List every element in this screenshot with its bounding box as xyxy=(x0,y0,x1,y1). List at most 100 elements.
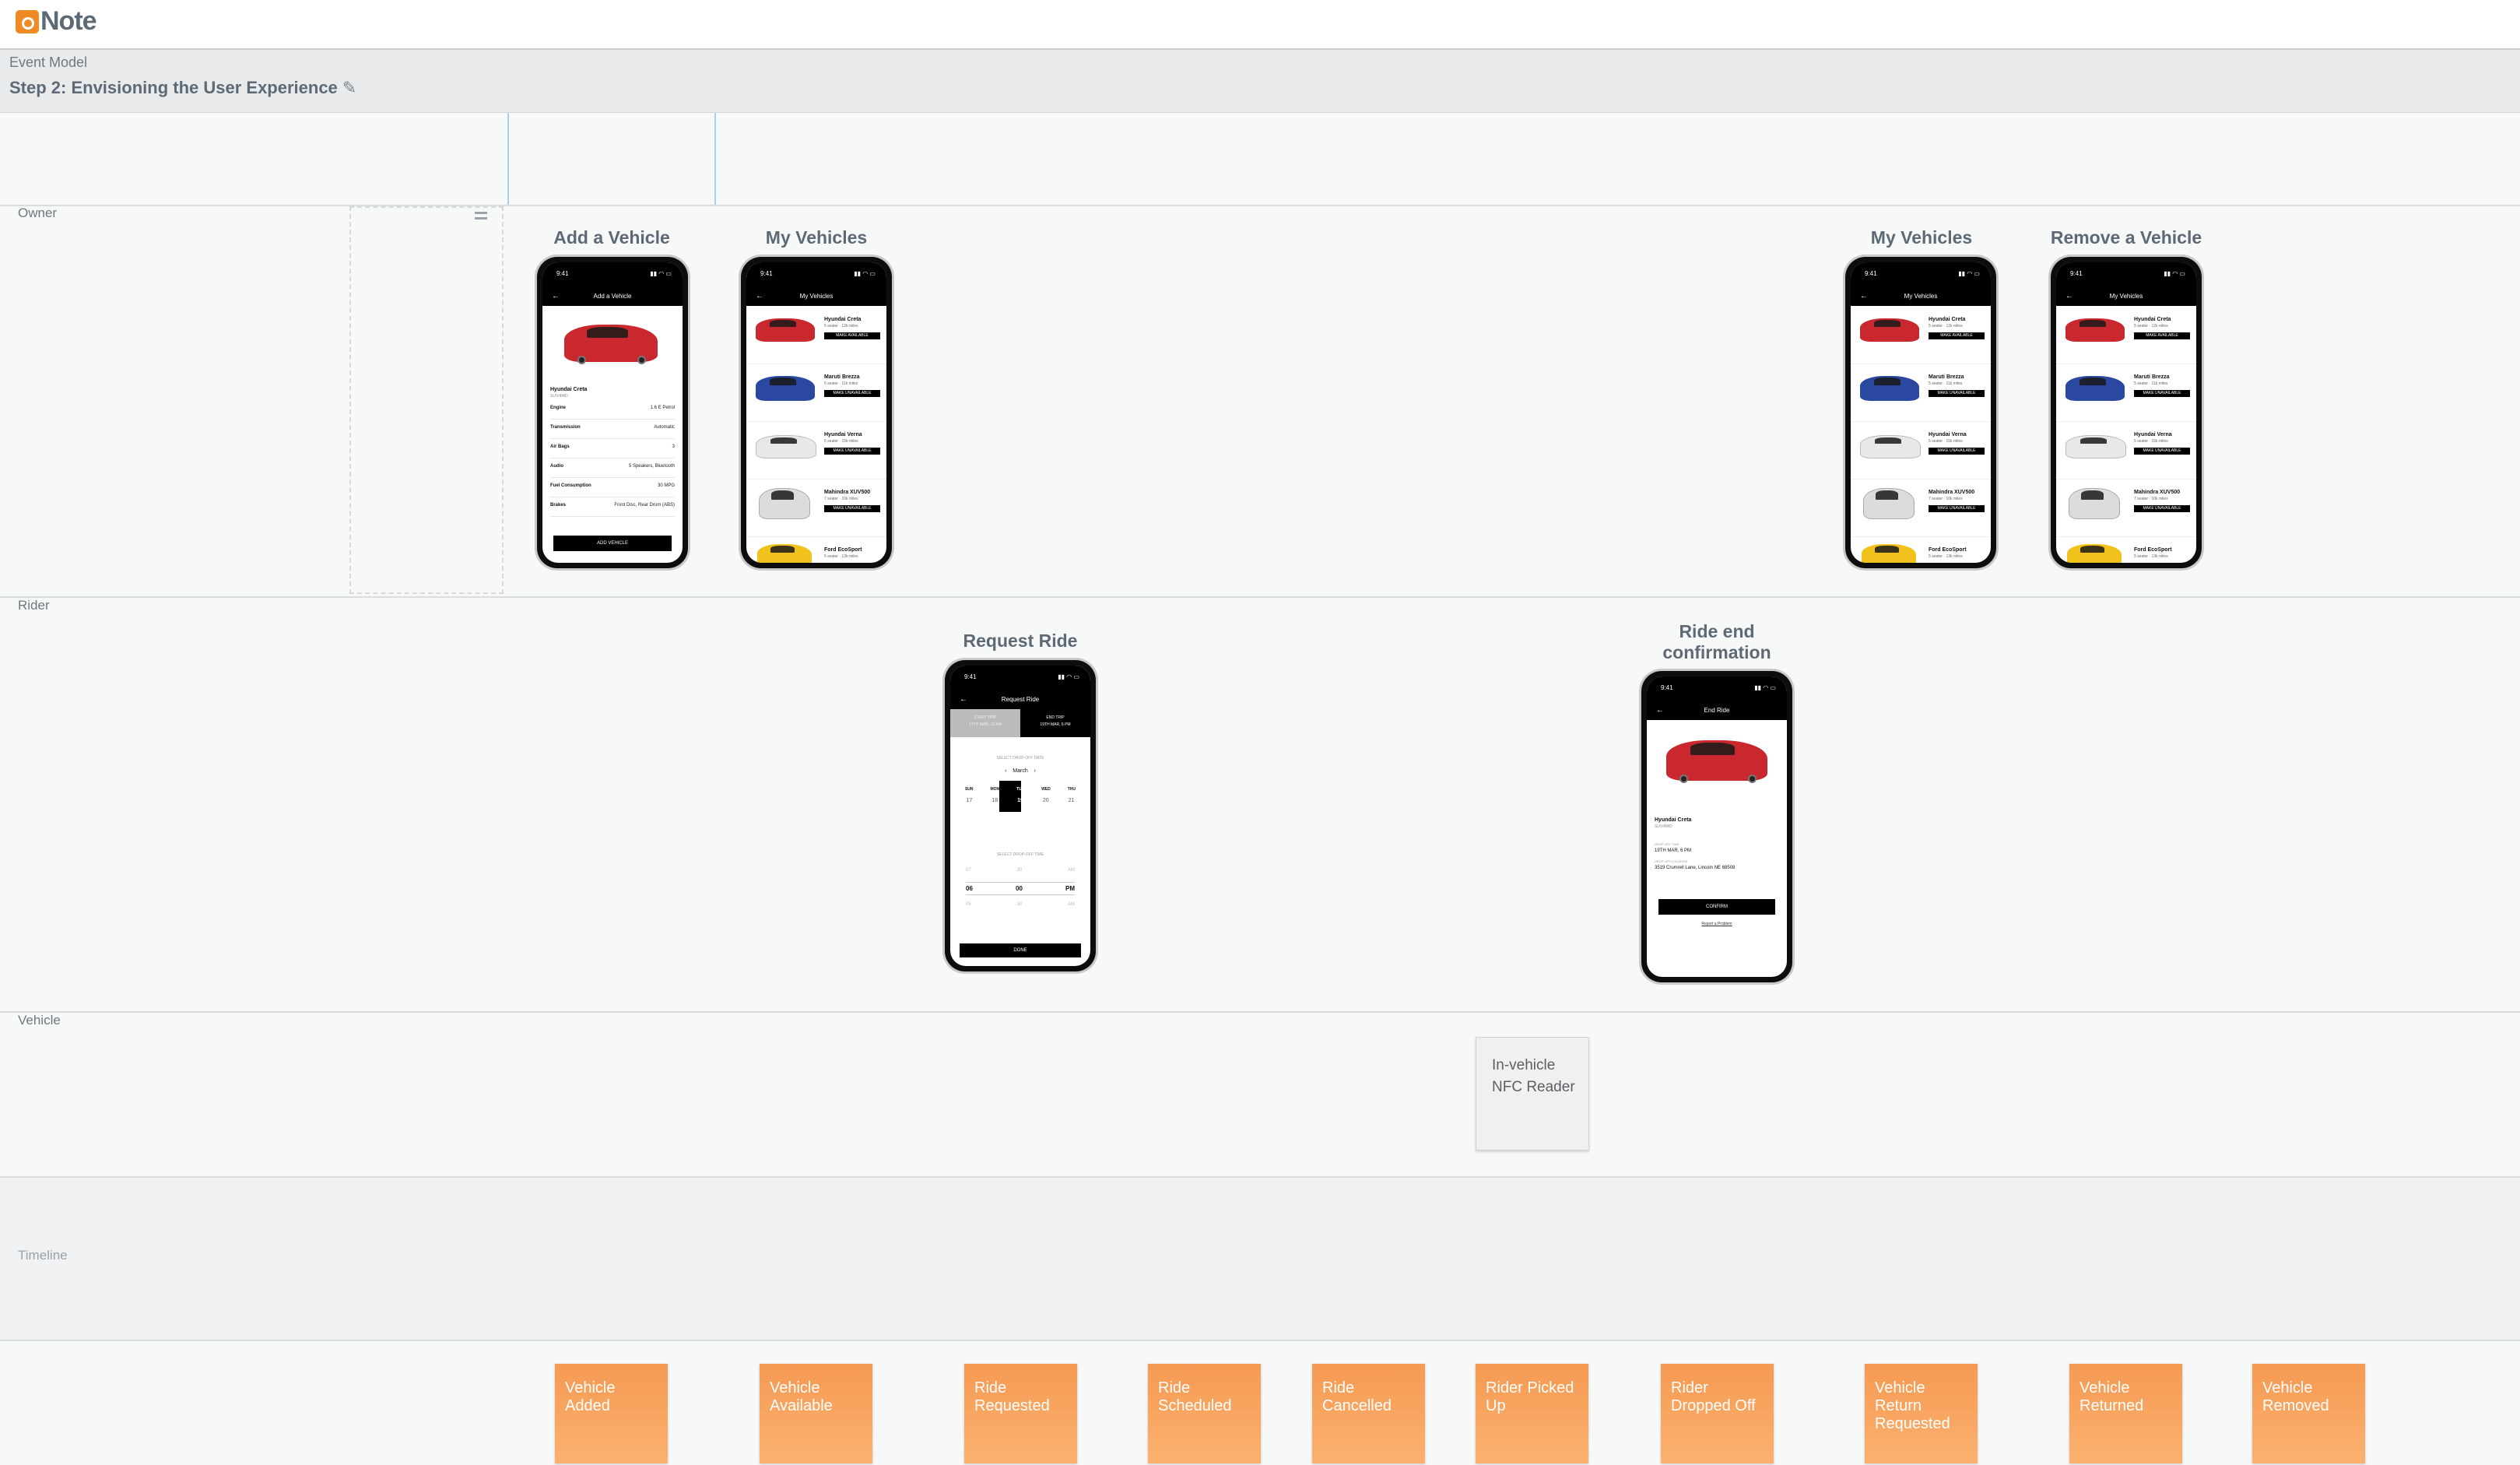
make-unavailable-button[interactable]: MAKE UNAVAILABLE xyxy=(2134,390,2190,397)
event-sticky[interactable]: Ride Requested xyxy=(964,1364,1077,1463)
tab-end-trip[interactable]: END TRIP 19TH MAR, 6 PM xyxy=(1020,709,1090,737)
make-unavailable-button[interactable]: MAKE UNAVAILABLE xyxy=(824,390,880,397)
screen-title-my-vehicles: My Vehicles xyxy=(765,227,868,248)
screen-my-vehicles[interactable]: 9:41 ▮▮ ◠ ▭ ← My Vehicles Hyundai Creta … xyxy=(741,257,892,568)
note-logo-icon xyxy=(16,9,39,33)
spec-row: Air Bags 3 xyxy=(550,438,675,458)
make-unavailable-button[interactable]: MAKE UNAVAILABLE xyxy=(1929,505,1985,512)
make-unavailable-button[interactable]: MAKE UNAVAILABLE xyxy=(1929,390,1985,397)
date-cell[interactable]: 18 xyxy=(992,798,998,803)
make-available-button[interactable]: MAKE AVAILABLE xyxy=(2134,332,2190,339)
vehicle-sub: 7 seater · 10k miles xyxy=(2134,497,2168,501)
chevron-left-icon[interactable]: ‹ xyxy=(1005,768,1006,774)
screen-ride-end[interactable]: 9:41 ▮▮ ◠ ▭ ← End Ride Hyundai Creta SUV… xyxy=(1641,671,1792,982)
car-image xyxy=(1862,544,1916,563)
lane-label-owner: Owner xyxy=(18,206,58,220)
vehicle-list-item[interactable]: Mahindra XUV500 7 seater · 10k miles MAK… xyxy=(2056,479,2196,537)
vehicle-name: Ford EcoSport xyxy=(824,547,862,553)
vehicle-list-item[interactable]: Hyundai Verna 5 seater · 15k miles MAKE … xyxy=(746,421,886,480)
event-sticky[interactable]: Vehicle Added xyxy=(555,1364,668,1463)
owner-drop-zone xyxy=(349,206,504,594)
page-header xyxy=(0,50,2520,113)
event-label: Vehicle Removed xyxy=(2262,1379,2329,1414)
event-sticky[interactable]: Vehicle Returned xyxy=(2069,1364,2182,1463)
spec-row: Audio 5 Speakers, Bluetooth xyxy=(550,458,675,478)
vehicle-list-item[interactable]: Mahindra XUV500 7 seater · 10k miles MAK… xyxy=(1851,479,1991,537)
screen-my-vehicles-2[interactable]: 9:41 ▮▮ ◠ ▭ ← My Vehicles Hyundai Creta … xyxy=(1845,257,1996,568)
screen-title-remove-vehicle: Remove a Vehicle xyxy=(2050,227,2202,248)
status-time: 9:41 xyxy=(1661,684,1673,691)
vehicle-list-item[interactable]: Hyundai Creta 5 seater · 12k miles MAKE … xyxy=(746,306,886,364)
vehicle-name: Maruti Brezza xyxy=(1929,374,1964,380)
phone-notch xyxy=(2102,264,2139,274)
car-image xyxy=(2065,435,2126,458)
vehicle-list-item[interactable]: Maruti Brezza 5 seater · 11k miles MAKE … xyxy=(746,364,886,422)
page-title-row: Step 2: Envisioning the User Experience … xyxy=(9,78,356,98)
vehicle-list-item[interactable]: Ford EcoSport 5 seater · 13k miles xyxy=(746,536,886,563)
top-app-bar xyxy=(0,0,2520,50)
make-unavailable-button[interactable]: MAKE UNAVAILABLE xyxy=(824,448,880,455)
make-unavailable-button[interactable]: MAKE UNAVAILABLE xyxy=(824,505,880,512)
weekday: MON xyxy=(990,787,1000,792)
event-sticky[interactable]: Vehicle Available xyxy=(760,1364,872,1463)
screen-remove-vehicle[interactable]: 9:41 ▮▮ ◠ ▭ ← My Vehicles Hyundai Creta … xyxy=(2051,257,2202,568)
breadcrumb[interactable]: Event Model xyxy=(9,54,87,71)
event-label: Ride Scheduled xyxy=(1158,1379,1232,1414)
confirm-button[interactable]: CONFIRM xyxy=(1658,899,1775,915)
pencil-icon[interactable]: ✎ xyxy=(342,78,356,98)
app-logo[interactable]: Note xyxy=(16,6,97,37)
date-row[interactable]: 17 18 19 20 21 xyxy=(956,798,1084,803)
make-available-button[interactable]: MAKE AVAILABLE xyxy=(824,332,880,339)
spec-row: Brakes Front Disc, Rear Drum (ABS) xyxy=(550,497,675,517)
date-cell[interactable]: 20 xyxy=(1043,798,1049,803)
car-image xyxy=(2065,318,2125,342)
make-unavailable-button[interactable]: MAKE UNAVAILABLE xyxy=(1929,448,1985,455)
event-sticky[interactable]: Ride Scheduled xyxy=(1148,1364,1261,1463)
spec-key: Air Bags xyxy=(550,444,570,449)
event-sticky[interactable]: Rider Dropped Off xyxy=(1661,1364,1774,1463)
nav-title: My Vehicles xyxy=(799,293,834,300)
tab-end-label: END TRIP xyxy=(1046,715,1065,720)
minute-value[interactable]: 00 xyxy=(1016,885,1023,892)
hour-value[interactable]: 06 xyxy=(966,885,973,892)
event-sticky[interactable]: Ride Cancelled xyxy=(1312,1364,1425,1463)
vehicle-name: Maruti Brezza xyxy=(824,374,860,380)
time-row-selected[interactable]: 06 00 PM xyxy=(966,882,1075,895)
event-sticky[interactable]: Vehicle Removed xyxy=(2252,1364,2365,1463)
done-button[interactable]: DONE xyxy=(960,943,1081,957)
car-sub: SUV/4WD xyxy=(1655,824,1672,829)
event-label: Ride Requested xyxy=(974,1379,1050,1414)
chevron-right-icon[interactable]: › xyxy=(1034,768,1036,774)
vehicle-list-item[interactable]: Ford EcoSport 5 seater · 13k miles xyxy=(2056,536,2196,563)
nfc-reader-box[interactable]: In-vehicle NFC Reader xyxy=(1476,1037,1589,1151)
event-sticky[interactable]: Rider Picked Up xyxy=(1476,1364,1588,1463)
date-cell[interactable]: 17 xyxy=(967,798,973,803)
make-unavailable-button[interactable]: MAKE UNAVAILABLE xyxy=(2134,448,2190,455)
vehicle-list-item[interactable]: Maruti Brezza 5 seater · 11k miles MAKE … xyxy=(1851,364,1991,422)
month-picker[interactable]: ‹ March › xyxy=(950,768,1090,774)
ampm-value[interactable]: PM xyxy=(1065,885,1075,892)
vehicle-list-item[interactable]: Hyundai Verna 5 seater · 15k miles MAKE … xyxy=(1851,421,1991,480)
phone-notch xyxy=(792,264,830,274)
spec-value: Automatic xyxy=(654,425,675,430)
event-sticky[interactable]: Vehicle Return Requested xyxy=(1865,1364,1978,1463)
lane-label-rider: Rider xyxy=(18,598,50,613)
vehicle-list-item[interactable]: Hyundai Creta 5 seater · 12k miles MAKE … xyxy=(1851,306,1991,364)
vehicle-list-item[interactable]: Hyundai Verna 5 seater · 15k miles MAKE … xyxy=(2056,421,2196,480)
vehicle-list-item[interactable]: Hyundai Creta 5 seater · 12k miles MAKE … xyxy=(2056,306,2196,364)
make-available-button[interactable]: MAKE AVAILABLE xyxy=(1929,332,1985,339)
tab-start-trip[interactable]: START TRIP 17TH MAR, 10 AM xyxy=(950,709,1020,737)
report-problem-link[interactable]: Report a Problem xyxy=(1647,922,1787,926)
car-image xyxy=(2065,376,2125,401)
make-unavailable-button[interactable]: MAKE UNAVAILABLE xyxy=(2134,505,2190,512)
collapse-icon[interactable] xyxy=(475,212,487,220)
add-vehicle-button[interactable]: ADD VEHICLE xyxy=(553,536,672,551)
screen-add-vehicle[interactable]: 9:41 ▮▮ ◠ ▭ ← Add a Vehicle Hyundai Cret… xyxy=(537,257,688,568)
car-name: Hyundai Creta xyxy=(1655,817,1692,823)
vehicle-list-item[interactable]: Ford EcoSport 5 seater · 13k miles xyxy=(1851,536,1991,563)
date-cell[interactable]: 21 xyxy=(1069,798,1075,803)
screen-request-ride[interactable]: 9:41 ▮▮ ◠ ▭ ← Request Ride START TRIP 17… xyxy=(945,660,1096,971)
vehicle-list-item[interactable]: Maruti Brezza 5 seater · 11k miles MAKE … xyxy=(2056,364,2196,422)
vehicle-list-item[interactable]: Mahindra XUV500 7 seater · 10k miles MAK… xyxy=(746,479,886,537)
date-cell-selected[interactable]: 19 xyxy=(1017,798,1023,803)
